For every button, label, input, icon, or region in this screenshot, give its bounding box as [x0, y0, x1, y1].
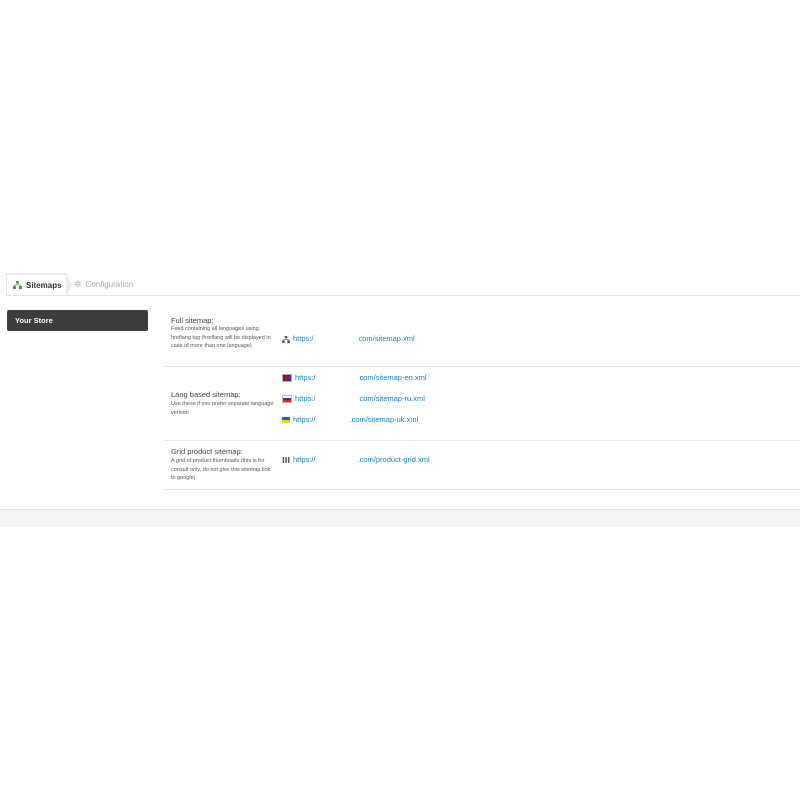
- footer-bar: [0, 509, 800, 527]
- tab-configuration[interactable]: ✲ Configuration: [74, 273, 133, 295]
- link-suffix: com/sitemap-ru.xml: [359, 394, 425, 403]
- link-prefix: https://: [293, 455, 316, 464]
- grid-sitemap-section: Grid product sitemap: A grid of product …: [165, 441, 800, 490]
- section-description: Use these if you prefer separate languag…: [171, 401, 274, 416]
- uk-flag-icon: [282, 373, 292, 382]
- ukraine-flag-icon: [282, 416, 290, 423]
- store-selector-button[interactable]: Your Store: [7, 310, 148, 331]
- section-title: Full sitemap:: [171, 316, 214, 325]
- gear-icon: ✲: [74, 278, 82, 289]
- tab-label: Sitemaps: [26, 280, 62, 290]
- link-suffix: .com/product-grid.xml: [357, 455, 430, 464]
- section-description: A grid of product thumbnails (this is fo…: [171, 458, 271, 481]
- section-description: Feed containing all languages using href…: [171, 326, 271, 349]
- sitemap-icon: [282, 335, 290, 343]
- section-title: Lang based sitemap:: [171, 390, 241, 399]
- sitemap-uk-link[interactable]: https:// .com/sitemap-uk.xml: [282, 415, 418, 424]
- sitemap-icon: [13, 281, 22, 289]
- store-label: Your Store: [15, 316, 53, 325]
- russia-flag-icon: [282, 394, 292, 403]
- lang-sitemap-section: Lang based sitemap: Use these if you pre…: [165, 367, 800, 441]
- tab-bar: Sitemaps ✲ Configuration: [6, 273, 800, 297]
- section-title: Grid product sitemap:: [171, 447, 243, 456]
- full-sitemap-link[interactable]: https:/ com/sitemap.xml: [282, 334, 415, 343]
- link-prefix: https:/: [295, 373, 316, 382]
- sitemap-en-link[interactable]: https:/ com/sitemap-en.xml: [282, 373, 427, 382]
- link-suffix: com/sitemap-en.xml: [359, 373, 427, 382]
- link-prefix: https:/: [295, 394, 316, 403]
- tab-sitemaps[interactable]: Sitemaps: [6, 273, 72, 297]
- sitemap-ru-link[interactable]: https:/ com/sitemap-ru.xml: [282, 394, 425, 403]
- grid-icon: [282, 456, 290, 463]
- tab-label: Configuration: [85, 279, 134, 289]
- link-suffix: .com/sitemap-uk.xml: [349, 415, 419, 424]
- link-prefix: https:/: [293, 334, 314, 343]
- link-prefix: https://: [293, 415, 316, 424]
- full-sitemap-section: Full sitemap: Feed containing all langua…: [165, 307, 800, 367]
- link-suffix: com/sitemap.xml: [358, 334, 415, 343]
- product-grid-link[interactable]: https:// .com/product-grid.xml: [282, 455, 430, 464]
